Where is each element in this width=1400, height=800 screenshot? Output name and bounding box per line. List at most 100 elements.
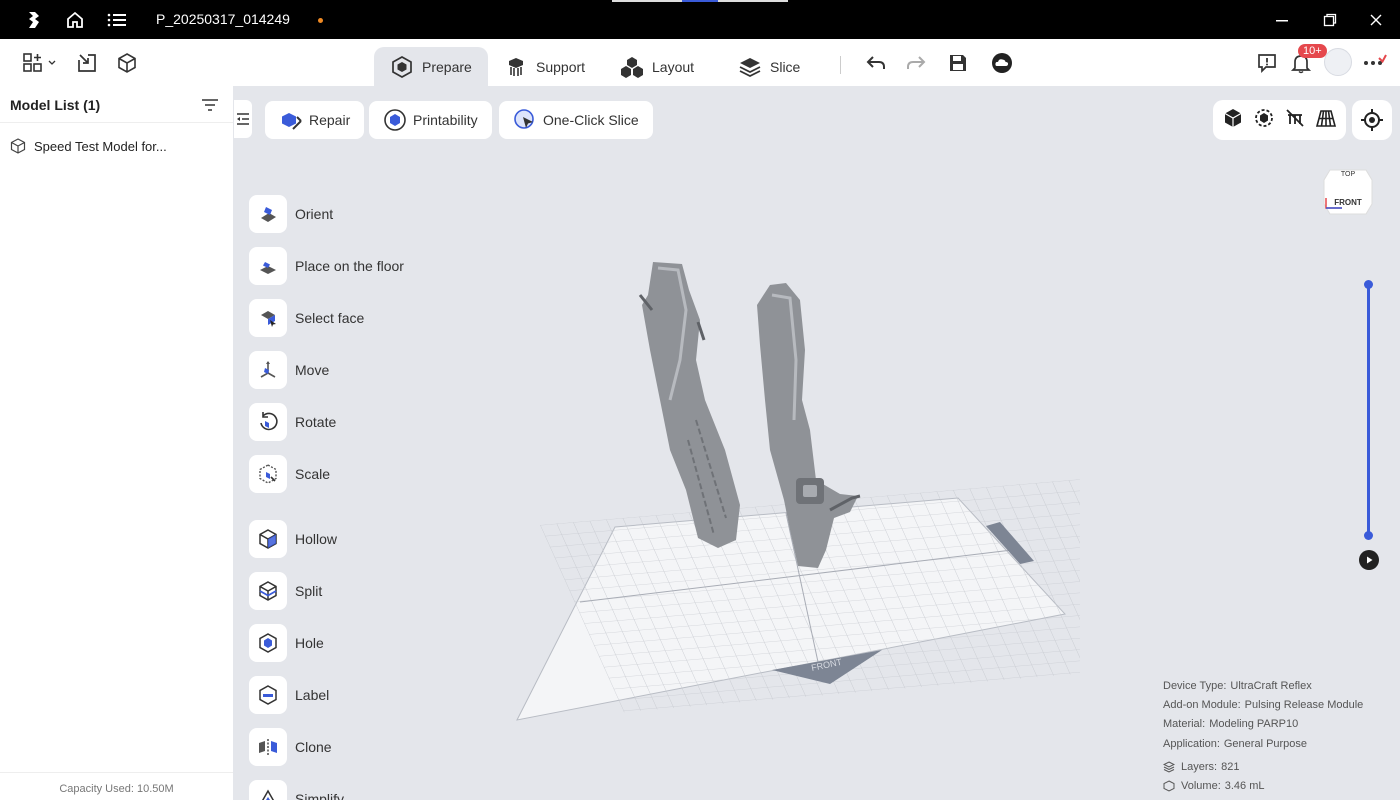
overhang-view-icon[interactable] <box>1253 107 1275 134</box>
solid-view-icon[interactable] <box>1222 107 1244 134</box>
minimize-icon[interactable] <box>1272 10 1292 30</box>
tool-orient[interactable]: Orient <box>249 195 333 233</box>
play-icon <box>1367 556 1373 564</box>
locate-icon <box>1361 109 1383 131</box>
clone-icon <box>249 728 287 766</box>
volume-icon <box>1163 780 1175 792</box>
cloud-icon[interactable] <box>989 50 1015 76</box>
tool-clone[interactable]: Clone <box>249 728 332 766</box>
one-click-slice-button[interactable]: One-Click Slice <box>499 101 653 139</box>
tool-label[interactable]: Label <box>249 676 329 714</box>
label-icon <box>249 676 287 714</box>
tool-clone-label: Clone <box>295 739 332 755</box>
3d-viewport[interactable]: FRONT <box>500 250 1179 730</box>
collapse-panel-button[interactable] <box>234 100 252 138</box>
tab-layout-label: Layout <box>652 58 695 75</box>
unsaved-indicator <box>318 18 323 23</box>
tool-hollow[interactable]: Hollow <box>249 520 337 558</box>
layers-icon <box>1163 761 1175 773</box>
menu-icon[interactable] <box>106 9 128 31</box>
layer-slider-track[interactable] <box>1367 284 1370 536</box>
tool-hole-label: Hole <box>295 635 324 651</box>
filter-icon[interactable] <box>200 96 220 114</box>
model-part-left[interactable] <box>638 262 740 548</box>
simplify-icon <box>249 780 287 800</box>
prepare-icon <box>392 55 412 78</box>
device-type-info: Device Type: UltraCraft Reflex <box>1163 680 1312 692</box>
panel-footer-divider <box>0 772 233 773</box>
tab-support-label: Support <box>536 58 586 75</box>
feedback-icon[interactable] <box>1254 50 1280 76</box>
redo-icon[interactable] <box>903 50 929 76</box>
tool-simplify[interactable]: Simplify <box>249 780 344 800</box>
close-icon[interactable] <box>1366 10 1386 30</box>
printability-icon <box>384 109 406 131</box>
move-icon <box>249 351 287 389</box>
tab-support[interactable]: Support <box>488 47 601 86</box>
drag-indicator <box>612 0 788 2</box>
import-icon[interactable] <box>74 50 100 76</box>
tool-rotate[interactable]: Rotate <box>249 403 336 441</box>
layers-value: 821 <box>1221 761 1240 773</box>
material-info: Material: Modeling PARP10 <box>1163 718 1298 730</box>
collapse-icon <box>237 113 249 125</box>
layers-label: Layers: <box>1181 761 1218 773</box>
tool-place-on-floor[interactable]: Place on the floor <box>249 247 404 285</box>
save-icon[interactable] <box>945 50 971 76</box>
application-value: General Purpose <box>1223 738 1308 750</box>
locate-button[interactable] <box>1352 100 1392 140</box>
tool-orient-label: Orient <box>295 206 334 222</box>
printability-label: Printability <box>413 112 478 128</box>
addon-module-label: Add-on Module: <box>1163 699 1241 711</box>
model-list-item[interactable]: Speed Test Model for... <box>10 138 167 154</box>
repair-button[interactable]: Repair <box>265 101 365 139</box>
toolbar-divider <box>840 56 841 74</box>
play-button[interactable] <box>1359 550 1379 570</box>
title-bar: P_20250317_014249 <box>0 0 1400 39</box>
tab-slice[interactable]: Slice <box>722 47 816 86</box>
tab-layout[interactable]: Layout <box>604 47 710 86</box>
layout-icon <box>621 56 643 78</box>
viewcube-front-label: FRONT <box>1334 198 1362 207</box>
tool-label-label: Label <box>295 687 330 703</box>
tool-scale[interactable]: Scale <box>249 455 330 493</box>
layers-info: Layers: 821 <box>1163 761 1239 773</box>
undo-icon[interactable] <box>863 50 889 76</box>
material-value: Modeling PARP10 <box>1209 718 1299 730</box>
tool-scale-label: Scale <box>295 466 331 482</box>
model-cube-icon[interactable] <box>114 50 140 76</box>
support-icon <box>509 57 523 76</box>
volume-value: 3.46 mL <box>1224 780 1265 792</box>
app-logo-icon[interactable] <box>23 9 45 31</box>
capacity-used: Capacity Used: 10.50M <box>59 783 174 795</box>
tool-rotate-label: Rotate <box>295 414 337 430</box>
layer-slider-bottom-handle[interactable] <box>1364 531 1373 540</box>
scale-icon <box>249 455 287 493</box>
main-toolbar: Prepare Support Layout Slice <box>0 39 1400 86</box>
rotate-icon <box>249 403 287 441</box>
platform-grid-icon[interactable] <box>1315 107 1337 134</box>
tab-prepare[interactable]: Prepare <box>374 47 488 86</box>
tool-select-face-label: Select face <box>295 310 365 326</box>
tool-move[interactable]: Move <box>249 351 329 389</box>
restore-icon[interactable] <box>1320 10 1340 30</box>
printability-button[interactable]: Printability <box>369 101 492 139</box>
view-cube[interactable]: TOP FRONT <box>1322 164 1374 216</box>
tool-move-label: Move <box>295 362 330 378</box>
tool-select-face[interactable]: Select face <box>249 299 364 337</box>
split-icon <box>249 572 287 610</box>
tab-slice-label: Slice <box>770 58 801 75</box>
avatar[interactable] <box>1324 48 1352 76</box>
layer-slider-top-handle[interactable] <box>1364 280 1373 289</box>
tool-hollow-label: Hollow <box>295 531 338 547</box>
application-info: Application: General Purpose <box>1163 738 1307 750</box>
workspace-grid-icon[interactable] <box>20 50 58 76</box>
select-face-icon <box>249 299 287 337</box>
notification-badge: 10+ <box>1298 44 1327 58</box>
hide-support-icon[interactable] <box>1284 107 1306 134</box>
tool-hole[interactable]: Hole <box>249 624 324 662</box>
home-icon[interactable] <box>64 9 86 31</box>
repair-label: Repair <box>309 112 351 128</box>
one-click-slice-icon <box>514 109 534 129</box>
tool-split[interactable]: Split <box>249 572 322 610</box>
